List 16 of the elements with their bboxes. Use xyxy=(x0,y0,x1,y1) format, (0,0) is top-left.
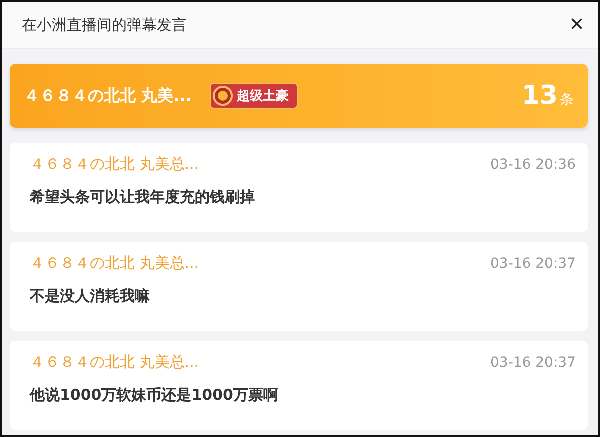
message-text: 不是没人消耗我嘛 xyxy=(30,287,151,306)
user-name: ４６８４の北北 丸美总... xyxy=(30,155,200,174)
user-name: ４６８４の北北 丸美总... xyxy=(30,353,200,372)
message-time: 03-16 20:37 xyxy=(490,354,576,370)
user-name: ４６８４の北北 丸美总... xyxy=(30,254,200,273)
message-time: 03-16 20:37 xyxy=(490,256,576,272)
user-name: ４６８４の北北 丸美... xyxy=(24,86,192,106)
message-text: 他说1000万软妹币还是1000万票啊 xyxy=(30,386,280,405)
message-time: 03-16 20:36 xyxy=(490,156,576,172)
close-button[interactable]: × xyxy=(566,13,588,37)
message-text: 希望头条可以让我年度充的钱刷掉 xyxy=(30,188,256,207)
window-title: 在小洲直播间的弹幕发言 xyxy=(22,16,187,34)
badge-label: 超级土豪 xyxy=(236,88,289,105)
count-unit: 条 xyxy=(560,91,574,109)
message-count: 13 xyxy=(522,81,558,111)
medal-icon xyxy=(212,86,233,106)
